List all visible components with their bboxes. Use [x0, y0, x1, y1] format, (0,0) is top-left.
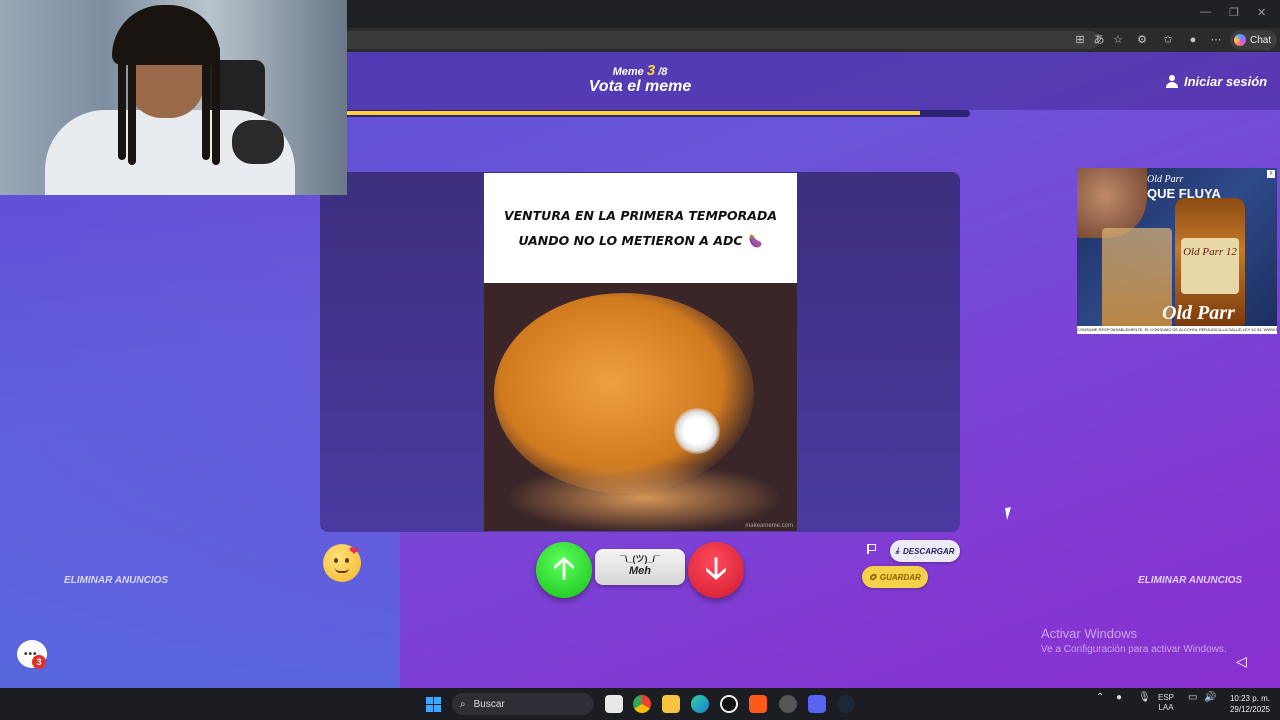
- windows-start-icon[interactable]: [426, 697, 441, 712]
- activate-windows-title: Activar Windows: [1041, 626, 1138, 641]
- minimize-icon[interactable]: —: [1200, 6, 1211, 18]
- microphone-icon[interactable]: 🎙: [1138, 693, 1151, 703]
- remove-ads-left-link[interactable]: ELIMINAR ANUNCIOS: [64, 575, 168, 586]
- webcam-braid: [212, 45, 220, 165]
- webcam-braid: [202, 40, 210, 160]
- download-icon: ⤓: [895, 546, 899, 555]
- chrome-icon[interactable]: [633, 695, 651, 713]
- ad-bottle-label: Old Parr 12: [1181, 238, 1239, 294]
- volume-icon[interactable]: 🔊: [1204, 693, 1216, 703]
- favorites-icon[interactable]: ✩: [1161, 33, 1175, 47]
- windows-activation-watermark: Activar Windows Ve a Configuración para …: [1041, 626, 1227, 655]
- taskbar-search-label: Buscar: [473, 698, 505, 710]
- obs-icon[interactable]: [720, 695, 738, 713]
- save-label: GUARDAR: [879, 572, 921, 582]
- meme-counter-label: Meme: [612, 66, 644, 78]
- meme-card: VENTURA EN LA PRIMERA TEMPORADA UANDO NO…: [484, 173, 797, 531]
- emoji-right-eye: [345, 558, 349, 563]
- meme-image: makeameme.com: [484, 283, 797, 531]
- webcam-braid: [118, 40, 126, 160]
- meme-watermark: makeameme.com: [745, 523, 793, 529]
- clock-time: 10:23 p. m.: [1229, 694, 1270, 703]
- meme-counter-current: 3: [646, 62, 656, 79]
- vote-meh-button[interactable]: ¯\_(ツ)_/¯ Meh: [595, 549, 685, 585]
- language-indicator[interactable]: ESP LAA: [1158, 693, 1174, 713]
- ad-brand: Old Parr: [1147, 174, 1184, 185]
- ad-brand-logo: Old Parr: [1162, 302, 1235, 324]
- reaction-emoji-button[interactable]: ❤: [323, 544, 361, 582]
- ad-disclaimer: CONSUME RESPONSABLEMENTE. EL CONSUMO DE …: [1077, 326, 1277, 334]
- copilot-chat-button[interactable]: Chat: [1230, 30, 1278, 50]
- meh-label: Meh: [629, 565, 651, 577]
- language-bottom: LAA: [1158, 703, 1174, 712]
- login-button[interactable]: Iniciar sesión: [1166, 74, 1267, 89]
- webcam-braid: [128, 45, 136, 165]
- report-flag-icon[interactable]: [866, 543, 876, 555]
- close-icon[interactable]: ✕: [1257, 6, 1266, 19]
- ad-close-icon[interactable]: x: [1267, 170, 1275, 178]
- clock-date: 29/12/2025: [1229, 705, 1270, 714]
- emoji-mouth: [335, 568, 349, 573]
- extensions-icon[interactable]: ⚙: [1135, 33, 1149, 47]
- mouse-cursor: [1005, 506, 1019, 520]
- download-button[interactable]: ⤓ DESCARGAR: [890, 540, 960, 562]
- ad-headline: QUE FLUYA: [1147, 186, 1221, 201]
- advertisement[interactable]: Old Parr 12 Old Parr QUE FLUYA Old Parr …: [1077, 168, 1277, 334]
- meme-progress-bar: [347, 110, 970, 117]
- download-label: DESCARGAR: [902, 546, 955, 556]
- streamer-webcam: [0, 0, 347, 195]
- translate-icon[interactable]: あ: [1092, 33, 1106, 47]
- meme-image-eye: [674, 408, 720, 454]
- arrow-up-icon: 🡡: [553, 552, 575, 585]
- emoji-left-eye: [334, 558, 338, 563]
- brave-icon[interactable]: [749, 695, 767, 713]
- taskbar-search[interactable]: ⌕ Buscar: [452, 693, 594, 715]
- task-view-icon[interactable]: [605, 695, 623, 713]
- user-icon: [1166, 75, 1178, 88]
- meme-image-paws: [504, 463, 784, 531]
- steam-icon[interactable]: [837, 695, 855, 713]
- more-menu-icon[interactable]: ⋯: [1209, 33, 1223, 47]
- tray-overflow-icon[interactable]: ⌃: [1096, 693, 1104, 703]
- star-icon: ✪: [869, 572, 876, 582]
- vote-up-button[interactable]: 🡡: [536, 542, 592, 598]
- maximize-icon[interactable]: ❐: [1229, 6, 1239, 19]
- remove-ads-right-link[interactable]: ELIMINAR ANUNCIOS: [1138, 575, 1242, 586]
- language-top: ESP: [1158, 693, 1175, 702]
- arrow-down-icon: 🡣: [705, 552, 727, 585]
- discord-icon[interactable]: [808, 695, 826, 713]
- vote-down-button[interactable]: 🡣: [688, 542, 744, 598]
- save-button[interactable]: ✪ GUARDAR: [862, 566, 928, 588]
- comments-count-badge: 3: [32, 655, 46, 669]
- app-available-icon[interactable]: ⊞: [1073, 33, 1087, 47]
- copilot-icon: [1234, 34, 1246, 46]
- tray-app-icon[interactable]: ●: [1116, 693, 1122, 703]
- meme-progress-fill: [347, 111, 921, 115]
- taskbar-clock[interactable]: 10:23 p. m. 29/12/2025: [1224, 693, 1270, 715]
- heart-icon: ❤: [349, 544, 360, 558]
- app-icon[interactable]: [779, 695, 797, 713]
- page-title: Vota el meme: [588, 78, 692, 95]
- meme-counter-total: /8: [658, 66, 668, 78]
- address-bar[interactable]: [340, 31, 1100, 49]
- search-icon: ⌕: [460, 698, 466, 710]
- display-icon[interactable]: ▭: [1188, 693, 1197, 703]
- favorite-star-icon[interactable]: ☆: [1111, 33, 1125, 47]
- edge-icon[interactable]: [691, 695, 709, 713]
- profile-avatar-icon[interactable]: ●: [1186, 33, 1200, 47]
- meme-caption: VENTURA EN LA PRIMERA TEMPORADA UANDO NO…: [503, 208, 778, 248]
- login-label: Iniciar sesión: [1184, 74, 1268, 89]
- chat-label: Chat: [1250, 34, 1272, 46]
- sound-toggle-icon[interactable]: ◁: [1236, 653, 1247, 670]
- activate-windows-subtitle: Ve a Configuración para activar Windows.: [1041, 644, 1227, 655]
- meh-shrug-text: ¯\_(ツ)_/¯: [620, 554, 660, 564]
- webcam-microphone: [232, 120, 284, 164]
- meme-counter: Meme 3 /8: [590, 62, 690, 79]
- file-explorer-icon[interactable]: [662, 695, 680, 713]
